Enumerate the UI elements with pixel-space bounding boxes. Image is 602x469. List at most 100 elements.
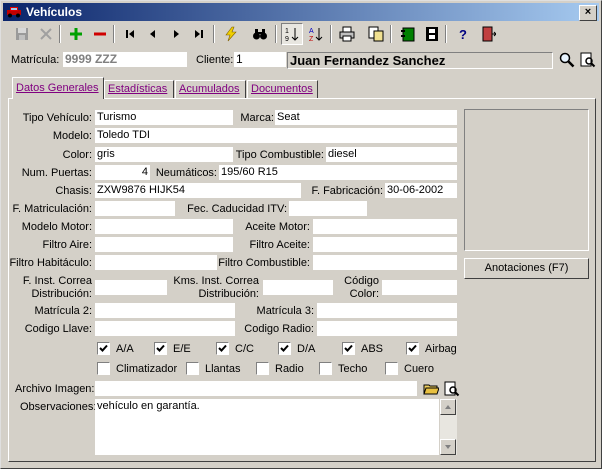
first-icon[interactable] [119,23,141,45]
caducidad-itv-field[interactable] [289,201,367,216]
archivo-imagen-label: Archivo Imagen: [15,383,95,395]
prev-icon[interactable] [142,23,164,45]
kms-correa-field[interactable] [263,280,333,295]
codigo-radio-field[interactable] [317,321,457,336]
marca-field[interactable]: Seat [275,110,457,125]
checkbox-da[interactable] [278,342,291,355]
copy-icon[interactable] [365,23,387,45]
vehicle-image-box[interactable] [464,109,589,251]
checkbox-llantas[interactable] [186,362,199,375]
tab-documentos[interactable]: Documentos [247,80,318,98]
modelo-label: Modelo: [52,130,92,142]
toolbar-separator [113,25,115,43]
checkbox-airbag[interactable] [406,342,419,355]
chasis-label: Chasis: [55,185,92,197]
checkbox-aa[interactable] [97,342,110,355]
scroll-down-arrow-icon[interactable] [440,439,456,455]
inst-correa-label-1: F. Inst. Correa [22,275,92,287]
codigo-llave-field[interactable] [95,321,235,336]
cliente-field[interactable]: 1 [234,52,286,67]
svg-text:A: A [309,28,314,35]
book-icon[interactable] [397,23,419,45]
checkbox-climatizador[interactable] [97,362,110,375]
modelo-motor-field[interactable] [95,219,233,234]
chasis-field[interactable]: ZXW9876 HIJK54 [95,183,301,198]
help-icon[interactable]: ? [452,23,474,45]
codigo-color-field[interactable] [382,280,457,295]
codigo-color-label-1: Código [344,275,379,287]
num-puertas-label: Num. Puertas: [21,167,92,179]
tipo-vehiculo-field[interactable]: Turismo [95,110,233,125]
last-icon[interactable] [188,23,210,45]
checkbox-aa-label: A/A [116,343,134,355]
tab-acumulados[interactable]: Acumulados [175,80,246,98]
exit-icon[interactable] [477,23,499,45]
filtro-combustible-label: Filtro Combustible: [218,257,310,269]
checkbox-cuero[interactable] [385,362,398,375]
vehiculos-window: Vehículos × 19 AZ ? Matrícula: 9999 ZZZ … [0,0,602,469]
sort-asc-icon[interactable]: 19 [281,23,303,45]
observaciones-scrollbar[interactable] [440,399,457,455]
checkmark-icon [99,344,108,352]
matricula3-field[interactable] [317,303,457,318]
filtro-combustible-field[interactable] [313,255,457,270]
print-icon[interactable] [336,23,358,45]
checkbox-cc-label: C/C [235,343,254,355]
matricula3-label: Matrícula 3: [256,305,314,317]
toolbar-separator [213,25,215,43]
filtro-habitaculo-field[interactable] [95,255,217,270]
lightning-icon[interactable] [220,23,242,45]
open-folder-icon[interactable] [420,378,442,400]
neumaticos-field[interactable]: 195/60 R15 [219,165,457,180]
film-icon[interactable] [421,23,443,45]
toolbar-separator [275,25,277,43]
search-document-icon[interactable] [577,49,599,71]
matricula-field[interactable]: 9999 ZZZ [63,52,187,67]
cliente-label: Cliente: [196,54,234,66]
checkmark-icon [280,344,289,352]
codigo-color-label-2: Color: [349,288,379,300]
checkbox-radio[interactable] [256,362,269,375]
checkbox-cc[interactable] [216,342,229,355]
matricula-label: Matrícula: [11,54,60,66]
search-document-icon[interactable] [441,378,463,400]
kms-correa-label-1: Kms. Inst. Correa [173,275,259,287]
modelo-field[interactable]: Toledo TDI [95,128,457,143]
matricula2-field[interactable] [95,303,235,318]
binoculars-icon[interactable] [249,23,271,45]
tipo-combustible-field[interactable]: diesel [326,147,457,162]
toolbar-separator [330,25,332,43]
filtro-aire-field[interactable] [95,237,233,252]
observaciones-textarea[interactable]: vehículo en garantía. [95,399,439,455]
cancel-icon[interactable] [35,23,57,45]
checkbox-techo[interactable] [319,362,332,375]
checkbox-ee-label: E/E [173,343,191,355]
magnifier-icon[interactable] [556,49,578,71]
tab-datos-generales[interactable]: Datos Generales [12,77,104,99]
checkbox-ee[interactable] [154,342,167,355]
color-field[interactable]: gris [95,147,233,162]
checkmark-icon [218,344,227,352]
codigo-radio-label: Codigo Radio: [244,323,314,335]
aceite-motor-field[interactable] [313,219,457,234]
close-button[interactable]: × [579,5,597,21]
add-icon[interactable] [65,23,87,45]
filtro-aceite-field[interactable] [313,237,457,252]
sort-desc-icon[interactable]: AZ [305,23,327,45]
anotaciones-button[interactable]: Anotaciones (F7) [464,258,589,279]
save-icon[interactable] [11,23,33,45]
scroll-up-arrow-icon[interactable] [440,399,456,415]
svg-text:1: 1 [285,28,289,35]
inst-correa-field[interactable] [95,280,167,295]
svg-text:?: ? [459,27,467,42]
delete-icon[interactable] [89,23,111,45]
checkbox-abs[interactable] [342,342,355,355]
tab-estadisticas[interactable]: Estadísticas [104,80,174,98]
fabricacion-field[interactable]: 30-06-2002 [385,183,457,198]
checkmark-icon [344,344,353,352]
matriculacion-field[interactable] [95,201,175,216]
color-label: Color: [62,149,92,161]
archivo-imagen-field[interactable] [95,381,417,396]
next-icon[interactable] [165,23,187,45]
num-puertas-field[interactable]: 4 [95,165,150,180]
